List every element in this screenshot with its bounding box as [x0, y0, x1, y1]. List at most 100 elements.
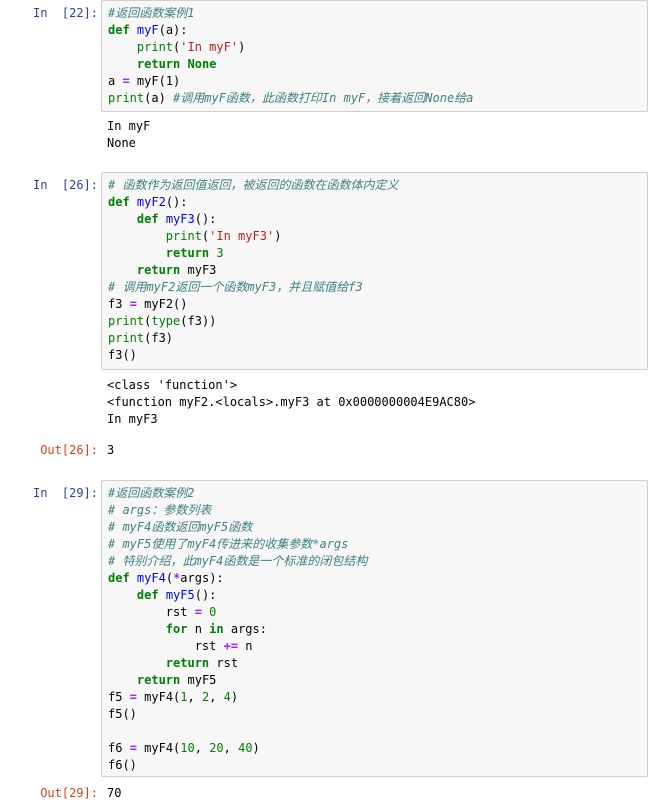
code-line: # 特别介绍，此myF4函数是一个标准的闭包结构: [108, 553, 641, 570]
code-token: return: [136, 57, 181, 71]
code-token: myF3: [180, 263, 217, 277]
code-token: def: [136, 212, 159, 226]
code-line: # 调用myF2返回一个函数myF3，并且赋值给f3: [108, 279, 641, 296]
execute-result: 3: [107, 442, 647, 459]
code-line: print('In myF3'): [108, 228, 641, 245]
code-token: ():: [194, 212, 217, 226]
code-token: in: [209, 622, 224, 636]
code-line: print(a) #调用myF函数，此函数打印In myF，接着返回None给a: [108, 90, 641, 107]
code-token: args:: [223, 622, 267, 636]
code-token: 40: [238, 741, 253, 755]
code-line: return None: [108, 56, 641, 73]
code-token: rst: [108, 605, 195, 619]
code-token: myF4(: [136, 690, 181, 704]
code-token: 'In myF3': [209, 229, 275, 243]
code-token: ): [238, 40, 246, 54]
code-token: ():: [194, 588, 217, 602]
code-token: ,: [187, 690, 202, 704]
code-token: myF(1): [129, 74, 181, 88]
output-line: None: [107, 136, 136, 150]
code-line: def myF3():: [108, 211, 641, 228]
code-token: return: [165, 656, 210, 670]
code-line: print(type(f3)): [108, 313, 641, 330]
code-token: myF3: [165, 212, 195, 226]
code-token: ():: [165, 195, 188, 209]
code-token: def: [108, 195, 130, 209]
code-editor[interactable]: # 函数作为返回值返回，被返回的函数在函数体内定义 def myF2(): def…: [101, 172, 648, 370]
code-token: myF2(): [136, 297, 188, 311]
code-line: rst += n: [108, 638, 641, 655]
code-line: f5 = myF4(1, 2, 4): [108, 689, 641, 706]
code-token: None: [187, 57, 217, 71]
code-token: #调用myF函数，此函数打印In myF，接着返回None给a: [173, 91, 474, 105]
code-token: a: [108, 74, 123, 88]
code-token: # 函数作为返回值返回，被返回的函数在函数体内定义: [108, 178, 399, 192]
code-line: # myF5使用了myF4传进来的收集参数*args: [108, 536, 641, 553]
code-token: args):: [180, 571, 224, 585]
code-token: return: [165, 246, 210, 260]
code-token: # 调用myF2返回一个函数myF3，并且赋值给f3: [108, 280, 363, 294]
code-token: =: [129, 690, 137, 704]
code-editor[interactable]: #返回函数案例2 # args：参数列表 # myF4函数返回myF5函数 # myF…: [101, 480, 648, 777]
code-line: return rst: [108, 655, 641, 672]
code-line: #返回函数案例2: [108, 485, 641, 502]
code-token: return: [136, 673, 181, 687]
code-token: def: [108, 571, 130, 585]
code-token: ,: [194, 741, 210, 755]
code-token: =: [194, 605, 202, 619]
code-token: rst: [209, 656, 239, 670]
code-line: def myF(a):: [108, 22, 641, 39]
code-token: ): [230, 690, 239, 704]
code-token: rst: [108, 639, 224, 653]
code-token: # myF4函数返回myF5函数: [108, 520, 253, 534]
code-token: +=: [223, 639, 239, 653]
code-token: 3: [216, 246, 224, 260]
code-line: return myF3: [108, 262, 641, 279]
code-token: 1: [180, 690, 188, 704]
code-token: (f3)): [180, 314, 217, 328]
cell-output: In myF None: [107, 118, 647, 152]
code-token: myF4: [136, 571, 166, 585]
code-token: =: [129, 297, 137, 311]
code-token: =: [129, 741, 137, 755]
output-prompt: Out[26]:: [40, 443, 98, 457]
code-token: # 特别介绍，此myF4函数是一个标准的闭包结构: [108, 554, 368, 568]
code-line: f5(): [108, 706, 641, 723]
code-token: ,: [209, 690, 224, 704]
code-line: # args：参数列表: [108, 502, 641, 519]
output-line: <class 'function'>: [107, 378, 238, 392]
code-token: 10: [180, 741, 195, 755]
code-token: print: [108, 331, 145, 345]
output-line: In myF: [107, 119, 151, 133]
code-line: def myF4(*args):: [108, 570, 641, 587]
code-line: f6(): [108, 757, 641, 774]
code-token: f5: [108, 690, 130, 704]
cell-output: <class 'function'> <function myF2.<locals…: [107, 377, 647, 428]
code-line: for n in args:: [108, 621, 641, 638]
code-token: (: [165, 571, 174, 585]
code-line: # myF4函数返回myF5函数: [108, 519, 641, 536]
code-line: f3 = myF2(): [108, 296, 641, 313]
code-token: (a):: [158, 23, 188, 37]
code-token: myF4(: [136, 741, 181, 755]
code-token: #返回函数案例2: [108, 486, 195, 500]
code-line: f3(): [108, 347, 641, 364]
code-editor[interactable]: #返回函数案例1 def myF(a): print('In myF') retu…: [101, 0, 648, 112]
code-line: print(f3): [108, 330, 641, 347]
result-value: 70: [107, 786, 122, 800]
code-token: 'In myF': [180, 40, 239, 54]
code-token: # args：参数列表: [108, 503, 212, 517]
code-token: print: [165, 229, 202, 243]
code-token: print: [108, 91, 145, 105]
code-token: ): [252, 741, 260, 755]
code-token: n: [187, 622, 210, 636]
code-line: a = myF(1): [108, 73, 641, 90]
code-line: return myF5: [108, 672, 641, 689]
